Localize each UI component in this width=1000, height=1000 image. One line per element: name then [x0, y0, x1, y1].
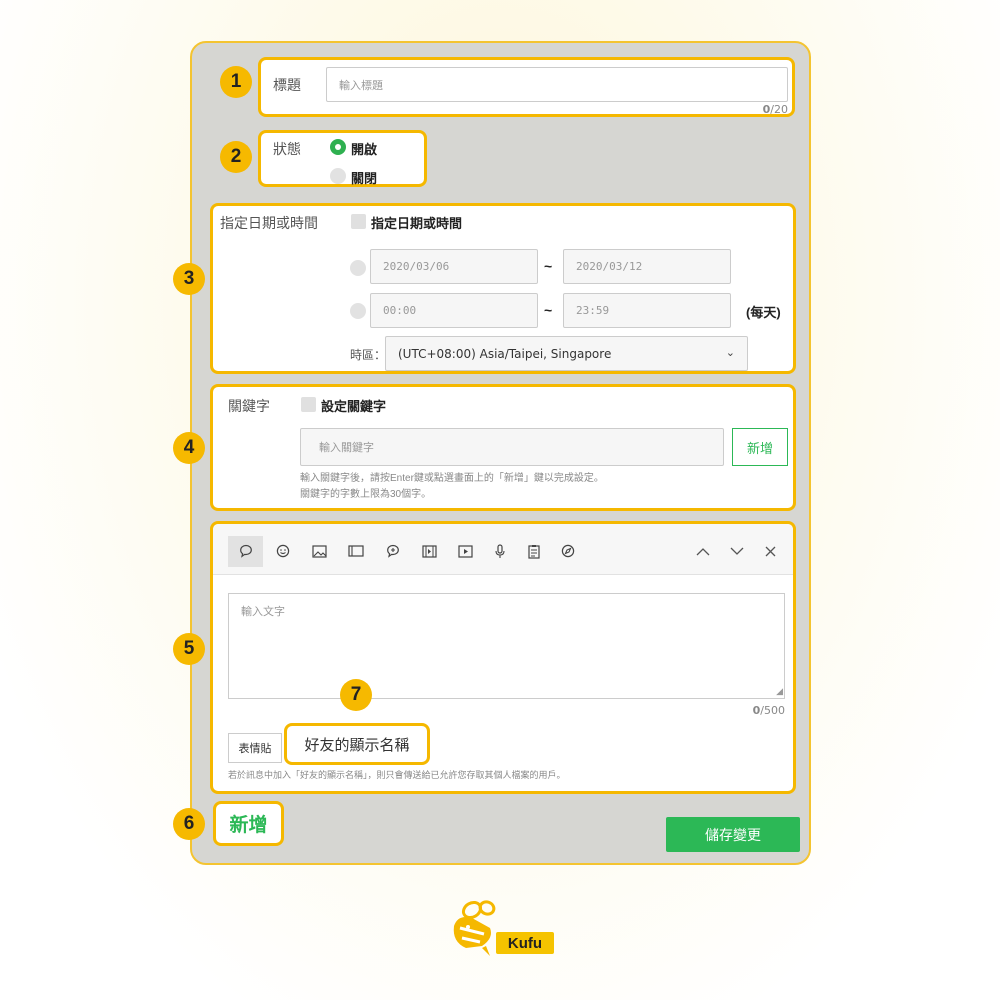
add-message-button[interactable]: 新增 — [213, 801, 284, 846]
daily-label: (每天) — [746, 305, 781, 320]
play-video-icon[interactable] — [455, 541, 475, 561]
time-start-input[interactable]: 00:00 — [370, 293, 538, 328]
date-label: 指定日期或時間 — [220, 215, 318, 231]
card-icon[interactable] — [346, 541, 366, 561]
title-section: 標題 輸入標題 0/20 — [258, 57, 795, 117]
message-char-count: 0/500 — [752, 704, 785, 717]
time-range-tilde: ~ — [544, 302, 553, 318]
step-badge-1: 1 — [220, 66, 252, 98]
keyword-checkbox-label: 設定關鍵字 — [321, 399, 387, 414]
date-start-input[interactable]: 2020/03/06 — [370, 249, 538, 284]
date-section: 指定日期或時間 指定日期或時間 2020/03/06 ~ 2020/03/12 … — [210, 203, 796, 374]
compass-icon[interactable] — [558, 541, 578, 561]
microphone-icon[interactable] — [490, 541, 510, 561]
video-film-icon[interactable] — [419, 541, 439, 561]
title-char-count: 0/20 — [762, 103, 788, 116]
step-badge-3: 3 — [173, 263, 205, 295]
add-message-icon[interactable] — [383, 541, 403, 561]
date-range-tilde: ~ — [544, 258, 553, 274]
kufu-logo: Kufu — [446, 898, 556, 960]
close-icon[interactable] — [760, 541, 780, 561]
chevron-down-icon: ⌄ — [725, 346, 735, 359]
keyword-add-button[interactable]: 新增 — [732, 428, 788, 466]
date-end-input[interactable]: 2020/03/12 — [563, 249, 731, 284]
step-badge-6: 6 — [173, 808, 205, 840]
status-on-radio[interactable] — [330, 139, 346, 155]
emoji-sticker-button[interactable]: 表情貼 — [228, 733, 282, 763]
friend-display-name-button[interactable]: 好友的顯示名稱 — [284, 723, 430, 765]
timezone-label: 時區： — [350, 348, 387, 362]
message-textarea[interactable]: 輸入文字 ◢ — [228, 593, 785, 699]
status-off-label: 關閉 — [351, 171, 378, 186]
step-badge-2: 2 — [220, 141, 252, 173]
step-badge-5: 5 — [173, 633, 205, 665]
save-changes-button[interactable]: 儲存變更 — [666, 817, 800, 852]
step-badge-7: 7 — [340, 679, 372, 711]
status-off-radio[interactable] — [330, 168, 346, 184]
message-hint: 若於訊息中加入「好友的顯示名稱」，則只會傳送給已允許您存取其個人檔案的用戶。 — [228, 770, 566, 780]
title-label: 標題 — [273, 77, 301, 93]
logo-text: Kufu — [496, 932, 554, 954]
status-on-label: 開啟 — [351, 142, 378, 157]
keyword-label: 關鍵字 — [228, 398, 270, 414]
resize-handle-icon[interactable]: ◢ — [776, 687, 783, 697]
chevron-up-icon[interactable] — [693, 541, 713, 561]
time-end-input[interactable]: 23:59 — [563, 293, 731, 328]
message-placeholder: 輸入文字 — [241, 605, 285, 618]
title-input[interactable]: 輸入標題 — [326, 67, 788, 102]
date-checkbox[interactable] — [351, 214, 366, 229]
emoji-icon[interactable] — [273, 541, 293, 561]
time-range-radio[interactable] — [350, 303, 366, 319]
chevron-down-icon[interactable] — [727, 541, 747, 561]
speech-bubble-icon[interactable] — [236, 541, 256, 561]
timezone-value: (UTC+08:00) Asia/Taipei, Singapore — [398, 346, 612, 361]
keyword-section: 關鍵字 設定關鍵字 輸入關鍵字 新增 輸入關鍵字後，請按Enter鍵或點選畫面上… — [210, 384, 796, 511]
date-range-radio[interactable] — [350, 260, 366, 276]
status-section: 狀態 開啟 關閉 — [258, 130, 427, 187]
keyword-hint-1: 輸入關鍵字後，請按Enter鍵或點選畫面上的「新增」鍵以完成設定。 — [300, 473, 604, 484]
step-badge-4: 4 — [173, 432, 205, 464]
status-label: 狀態 — [273, 141, 301, 157]
keyword-checkbox[interactable] — [301, 397, 316, 412]
date-checkbox-label: 指定日期或時間 — [371, 216, 463, 231]
image-icon[interactable] — [309, 541, 329, 561]
timezone-select[interactable]: (UTC+08:00) Asia/Taipei, Singapore ⌄ — [385, 336, 748, 371]
keyword-hint-2: 關鍵字的字數上限為30個字。 — [300, 489, 432, 500]
keyword-input[interactable]: 輸入關鍵字 — [300, 428, 724, 466]
clipboard-icon[interactable] — [524, 541, 544, 561]
